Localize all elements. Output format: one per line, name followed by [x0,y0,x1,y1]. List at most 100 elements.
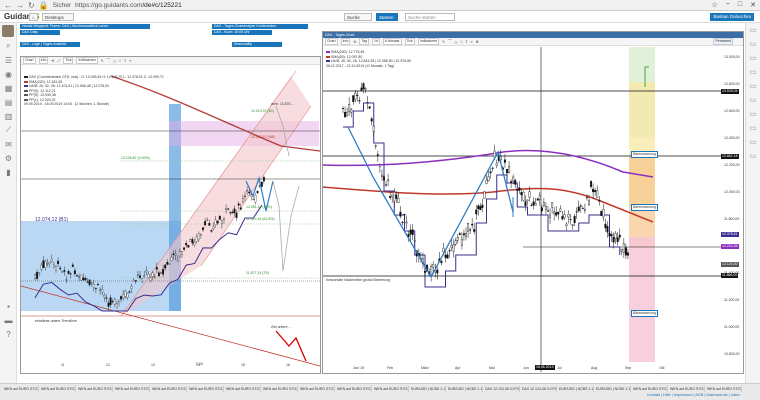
chart-tab[interactable]: Chart [325,38,338,45]
toolbar-icon[interactable]: T [465,40,467,44]
headline[interactable]: DAX - Lage | Tages-Ausblick [20,42,80,47]
candle-body [76,275,78,277]
info-tab[interactable]: Info [340,38,351,45]
bottom-tab[interactable]: EUR/USD | NCBS 1.10,4% [409,386,446,392]
candle-body [153,276,156,278]
desktop-icon[interactable]: ▭ [746,51,760,65]
persistent-button[interactable]: Persistent [713,38,733,45]
calendar-icon[interactable]: ▥ [0,109,17,123]
desktop-icon[interactable]: ▭ [746,107,760,121]
desktop-icon[interactable]: ▭ [746,135,760,149]
bottom-tab[interactable]: EUR/USD | NCBS 1.10,4% [446,386,483,392]
user-button[interactable]: Bastian Galuschka [710,13,754,21]
desktop-icon[interactable]: ▭ [746,23,760,37]
back-icon[interactable]: ← [4,1,12,10]
toolbar-icon[interactable]: ≡ [471,40,473,44]
toolbar-icon[interactable]: ⤢ [57,59,60,63]
bottom-tab[interactable]: EUR/USD | NCBS 1.10,4% [557,386,594,392]
folder-icon[interactable]: ▬ [0,313,17,327]
starten-button[interactable]: Starten [376,13,398,21]
headline[interactable]: DAX - Buch: 10:05 Uhr [212,30,272,35]
headline[interactable]: Seasonality [231,42,282,47]
bottom-tab[interactable]: WKN auf EURO STOXX 50 [705,386,742,392]
chat-icon[interactable]: ✉ [0,137,17,151]
info-tab[interactable]: Info [38,57,49,64]
search-input[interactable]: Suche starten [405,13,455,21]
desktops-button[interactable]: Desktops [42,13,74,21]
toolbar-icon[interactable]: □ [119,59,121,63]
bottom-tab[interactable]: WKN auf EURO STOXX 50 [372,386,409,392]
toolbar-icon[interactable]: △ [113,59,116,63]
bottom-tab[interactable]: WKN auf EURO STOXX 50 [261,386,298,392]
chart-tab[interactable]: Chart [23,57,36,64]
trend-icon[interactable]: ⟋ [0,123,17,137]
reload-icon[interactable]: ↻ [28,1,35,10]
grid-icon[interactable]: ▦ [0,81,17,95]
toolbar-icon[interactable]: T [124,59,126,63]
toolbar-icon[interactable]: △ [455,40,458,44]
desktop-icon[interactable]: ▭ [746,93,760,107]
toolbar-icon[interactable]: ⟲ [51,59,54,63]
desktop-icon[interactable]: ▭ [746,121,760,135]
list-icon[interactable]: ☰ [0,53,17,67]
toolbar-icon[interactable]: ⚙ [476,40,479,44]
toolbar-icon[interactable]: ≡ [129,59,131,63]
bottom-tab[interactable]: WKN auf EURO STOXX 50 [224,386,261,392]
desktop-icon[interactable]: ▭ [746,149,760,163]
bottom-tab[interactable]: WKN auf EURO STOXX 50 [631,386,668,392]
tick-tab[interactable]: Tick [404,38,415,45]
bottom-tab[interactable]: DAX 12.124,36 0.07% [483,386,520,392]
maximize-icon[interactable]: □ [738,1,742,9]
close-icon[interactable]: ✕ [750,1,756,9]
bottom-tab[interactable]: WKN auf EURO STOXX 50 [113,386,150,392]
forward-icon[interactable]: → [16,1,24,10]
headline[interactable]: Harald Weygand: Frame: DAX | Wochenausbl… [20,24,150,29]
bottom-tab[interactable]: WKN auf EURO STOXX 50 [39,386,76,392]
settings-icon[interactable]: ⚙ [0,151,17,165]
toolbar-icon[interactable]: ✎ [101,59,104,63]
home-button[interactable]: ⌂ [29,13,38,21]
interval-tab[interactable]: 1d [372,38,380,45]
toolbar-icon[interactable]: ⌒ [448,39,452,44]
indicators-tab[interactable]: Indikatoren [76,57,98,64]
lock-icon[interactable]: ▪ [0,299,17,313]
bottom-tab[interactable]: WKN auf EURO STOXX 50 [150,386,187,392]
eye-icon[interactable]: ◉ [0,67,17,81]
headline[interactable]: DAX - Tages-Chartanalyse Kohlendaten [212,24,308,29]
toolbar-icon[interactable]: □ [460,40,462,44]
toolbar-icon[interactable]: ⟲ [353,40,356,44]
candle-body [469,229,472,231]
document-icon[interactable]: ▤ [0,95,17,109]
candle-body [456,237,459,241]
bottom-tab[interactable]: EUR/USD | NCBS 1.10,4% [594,386,631,392]
neckline-note: horizontale Nackenlinie global Beziehung [326,278,391,282]
toolbar-icon[interactable]: ✎ [442,40,445,44]
star-icon[interactable]: ☆ [712,1,718,9]
desktop-icon[interactable]: ▭ [746,65,760,79]
desktop-icon[interactable]: ▭ [746,37,760,51]
bottom-tab[interactable]: WKN auf EURO STOXX 50 [668,386,705,392]
bottom-tab[interactable]: WKN auf EURO STOXX 50 [298,386,335,392]
headline[interactable]: DAX Daily [20,30,60,35]
indicators-tab[interactable]: Indikatoren [417,38,440,45]
avatar[interactable] [2,25,14,37]
desktop-icon[interactable]: ▭ [746,79,760,93]
bottom-tab[interactable]: WKN auf EURO STOXX 50 [2,386,39,392]
bottom-tab[interactable]: WKN auf EURO STOXX 50 [187,386,224,392]
bottom-tab[interactable]: WKN auf EURO STOXX 50 [335,386,372,392]
right-chart-canvas[interactable] [323,47,743,372]
period-tab[interactable]: Tag [359,38,369,45]
help-icon[interactable]: ? [0,327,17,341]
fib-label: 12.051,14 (50%) [246,205,272,209]
bottom-tab[interactable]: WKN auf EURO STOXX 50 [76,386,113,392]
suche-button[interactable]: Suche [344,13,372,21]
minimize-icon[interactable]: − [726,1,730,9]
bookmark-icon[interactable]: ▮ [0,165,17,179]
tick-tab[interactable]: Tick [63,57,74,64]
address-bar[interactable]: https://go.guidants.com/de#c/125221 [75,2,182,9]
bottom-tab[interactable]: DAX 12.124,36 0.07% [520,386,557,392]
footer-links[interactable]: Kontakt | Hilfe | Impressum | AGB | Date… [647,393,740,397]
search-icon[interactable]: ⌕ [0,39,17,53]
range-tab[interactable]: 6 Monate [382,38,402,45]
toolbar-icon[interactable]: ⌒ [107,58,111,63]
